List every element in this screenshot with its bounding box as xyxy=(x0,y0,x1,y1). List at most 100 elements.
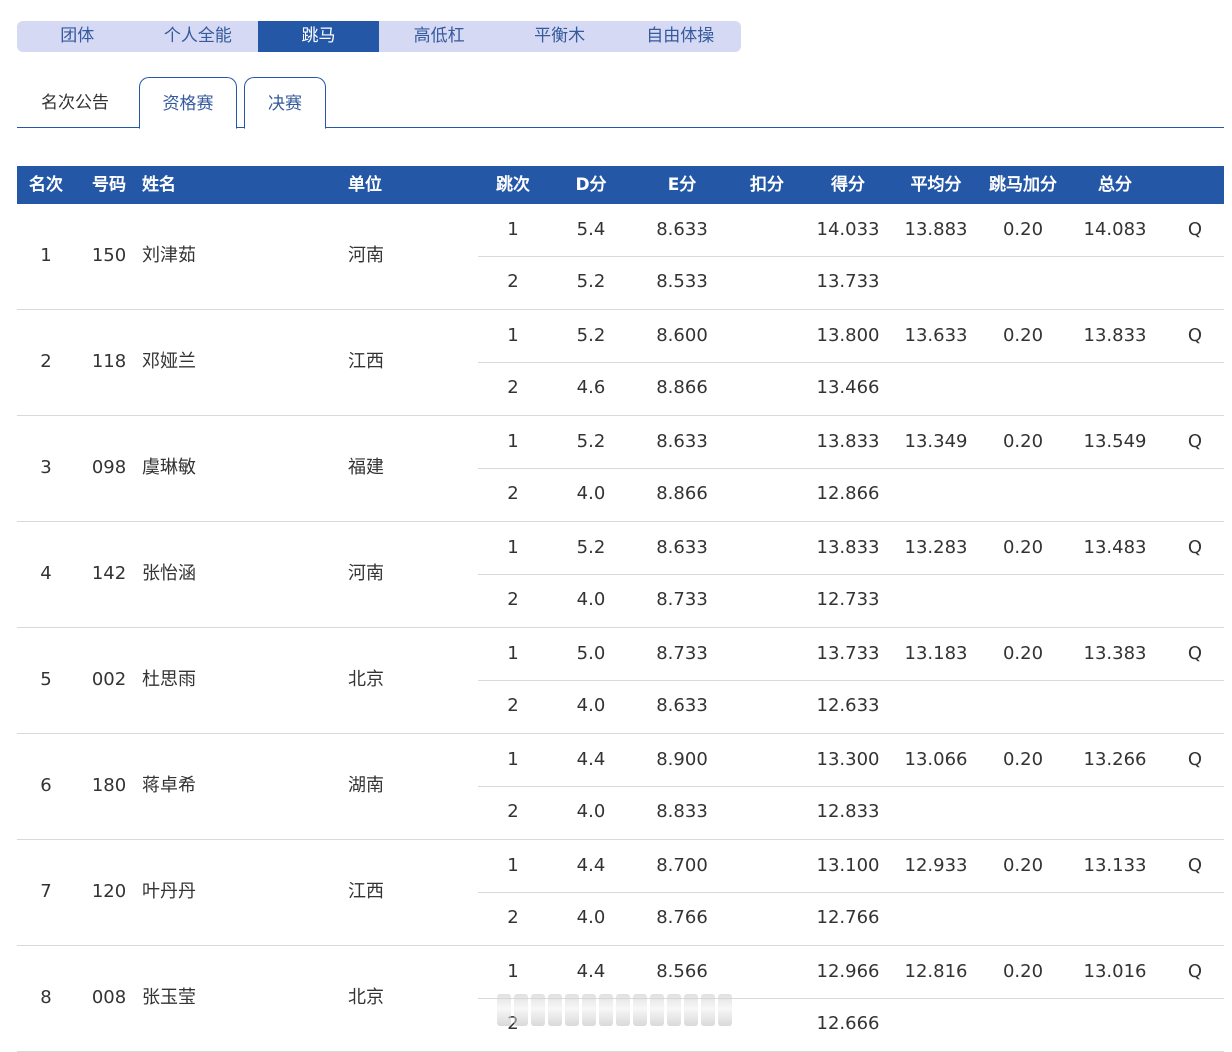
d-score-cell: 5.2 xyxy=(576,537,606,558)
e-score-cell: 8.633 xyxy=(656,537,708,558)
name-cell: 张怡涵 xyxy=(142,563,196,584)
vault-score-cell: 12.966 xyxy=(816,961,880,982)
number-cell: 180 xyxy=(91,775,127,796)
vault-bonus-cell: 0.20 xyxy=(1002,855,1044,876)
rank-cell: 5 xyxy=(40,669,52,690)
number-cell: 118 xyxy=(91,351,127,372)
vault-score-cell: 13.466 xyxy=(816,377,880,398)
results-table-header: 名次 号码 姓名 单位 跳次 D分 E分 扣分 得分 平均分 跳马加分 总分 xyxy=(17,166,1224,204)
vault-score-cell: 13.300 xyxy=(816,749,880,770)
e-score-cell: 8.566 xyxy=(656,961,708,982)
vault-no-cell: 1 xyxy=(507,749,519,770)
tab-team[interactable]: 团体 xyxy=(17,21,138,52)
tab-ranking-announcement[interactable]: 名次公告 xyxy=(19,77,131,127)
unit-cell: 北京 xyxy=(348,669,384,690)
vault-row-divider xyxy=(478,786,1224,787)
tab-balance-beam[interactable]: 平衡木 xyxy=(499,21,620,52)
header-name: 姓名 xyxy=(142,175,176,195)
vault-no-cell: 1 xyxy=(507,325,519,346)
d-score-cell: 5.2 xyxy=(576,431,606,452)
table-row: 5 002 杜思雨 北京 1 5.0 8.733 13.733 2 4.0 8.633 12.633 1… xyxy=(17,628,1224,734)
name-cell: 刘津茹 xyxy=(142,245,196,266)
e-score-cell: 8.633 xyxy=(656,219,708,240)
d-score-cell: 4.0 xyxy=(576,695,606,716)
d-score-cell: 4.0 xyxy=(576,483,606,504)
average-cell: 12.933 xyxy=(904,855,968,876)
d-score-cell: 4.4 xyxy=(576,855,606,876)
vault-score-cell: 14.033 xyxy=(816,219,880,240)
tab-floor-exercise[interactable]: 自由体操 xyxy=(620,21,741,52)
d-score-cell: 4.6 xyxy=(576,377,606,398)
unit-cell: 河南 xyxy=(348,245,384,266)
tab-final[interactable]: 决赛 xyxy=(244,77,326,129)
vault-no-cell: 2 xyxy=(507,483,519,504)
total-cell: 13.016 xyxy=(1083,961,1147,982)
unit-cell: 北京 xyxy=(348,987,384,1008)
qualified-badge: Q xyxy=(1187,325,1203,346)
number-cell: 098 xyxy=(91,457,127,478)
vault-no-cell: 2 xyxy=(507,589,519,610)
name-cell: 叶丹丹 xyxy=(142,881,196,902)
unit-cell: 湖南 xyxy=(348,775,384,796)
vault-score-cell: 13.733 xyxy=(816,643,880,664)
total-cell: 13.383 xyxy=(1083,643,1147,664)
vault-score-cell: 12.833 xyxy=(816,801,880,822)
name-cell: 张玉莹 xyxy=(142,987,196,1008)
vault-score-cell: 13.733 xyxy=(816,271,880,292)
average-cell: 13.283 xyxy=(904,537,968,558)
average-cell: 13.066 xyxy=(904,749,968,770)
round-tab-bar: 名次公告 资格赛 决赛 xyxy=(17,77,1224,129)
d-score-cell: 4.4 xyxy=(576,961,606,982)
tab-qualification[interactable]: 资格赛 xyxy=(139,77,237,129)
qualified-badge: Q xyxy=(1187,961,1203,982)
vault-no-cell: 2 xyxy=(507,695,519,716)
vault-no-cell: 1 xyxy=(507,855,519,876)
e-score-cell: 8.833 xyxy=(656,801,708,822)
number-cell: 142 xyxy=(91,563,127,584)
average-cell: 12.816 xyxy=(904,961,968,982)
total-cell: 14.083 xyxy=(1083,219,1147,240)
qualified-badge: Q xyxy=(1187,749,1203,770)
e-score-cell: 8.733 xyxy=(656,589,708,610)
vault-score-cell: 13.833 xyxy=(816,537,880,558)
vault-no-cell: 1 xyxy=(507,537,519,558)
total-cell: 13.266 xyxy=(1083,749,1147,770)
average-cell: 13.883 xyxy=(904,219,968,240)
vault-no-cell: 2 xyxy=(507,801,519,822)
header-d-score: D分 xyxy=(575,175,607,195)
table-row: 7 120 叶丹丹 江西 1 4.4 8.700 13.100 2 4.0 8.766 12.766 1… xyxy=(17,840,1224,946)
tab-uneven-bars[interactable]: 高低杠 xyxy=(379,21,500,52)
vault-score-cell: 12.766 xyxy=(816,907,880,928)
unit-cell: 江西 xyxy=(348,881,384,902)
vault-bonus-cell: 0.20 xyxy=(1002,325,1044,346)
results-table-body: 1 150 刘津茹 河南 1 5.4 8.633 14.033 2 5.2 8.533 13.733 1… xyxy=(17,204,1224,1052)
rank-cell: 7 xyxy=(40,881,52,902)
rank-cell: 3 xyxy=(40,457,52,478)
vault-row-divider xyxy=(478,468,1224,469)
e-score-cell: 8.633 xyxy=(656,431,708,452)
vault-bonus-cell: 0.20 xyxy=(1002,537,1044,558)
tab-all-around[interactable]: 个人全能 xyxy=(138,21,259,52)
name-cell: 虞琳敏 xyxy=(142,457,196,478)
vault-score-cell: 12.733 xyxy=(816,589,880,610)
table-row: 3 098 虞琳敏 福建 1 5.2 8.633 13.833 2 4.0 8.866 12.866 1… xyxy=(17,416,1224,522)
e-score-cell: 8.866 xyxy=(656,483,708,504)
qualified-badge: Q xyxy=(1187,855,1203,876)
watermark-overlay xyxy=(497,994,735,1026)
vault-bonus-cell: 0.20 xyxy=(1002,219,1044,240)
e-score-cell: 8.866 xyxy=(656,377,708,398)
total-cell: 13.133 xyxy=(1083,855,1147,876)
vault-score-cell: 13.100 xyxy=(816,855,880,876)
vault-score-cell: 12.866 xyxy=(816,483,880,504)
vault-bonus-cell: 0.20 xyxy=(1002,643,1044,664)
e-score-cell: 8.533 xyxy=(656,271,708,292)
vault-no-cell: 2 xyxy=(507,907,519,928)
vault-bonus-cell: 0.20 xyxy=(1002,749,1044,770)
average-cell: 13.349 xyxy=(904,431,968,452)
tab-vault[interactable]: 跳马 xyxy=(258,21,379,52)
total-cell: 13.833 xyxy=(1083,325,1147,346)
unit-cell: 江西 xyxy=(348,351,384,372)
table-row: 4 142 张怡涵 河南 1 5.2 8.633 13.833 2 4.0 8.733 12.733 1… xyxy=(17,522,1224,628)
average-cell: 13.183 xyxy=(904,643,968,664)
qualified-badge: Q xyxy=(1187,219,1203,240)
